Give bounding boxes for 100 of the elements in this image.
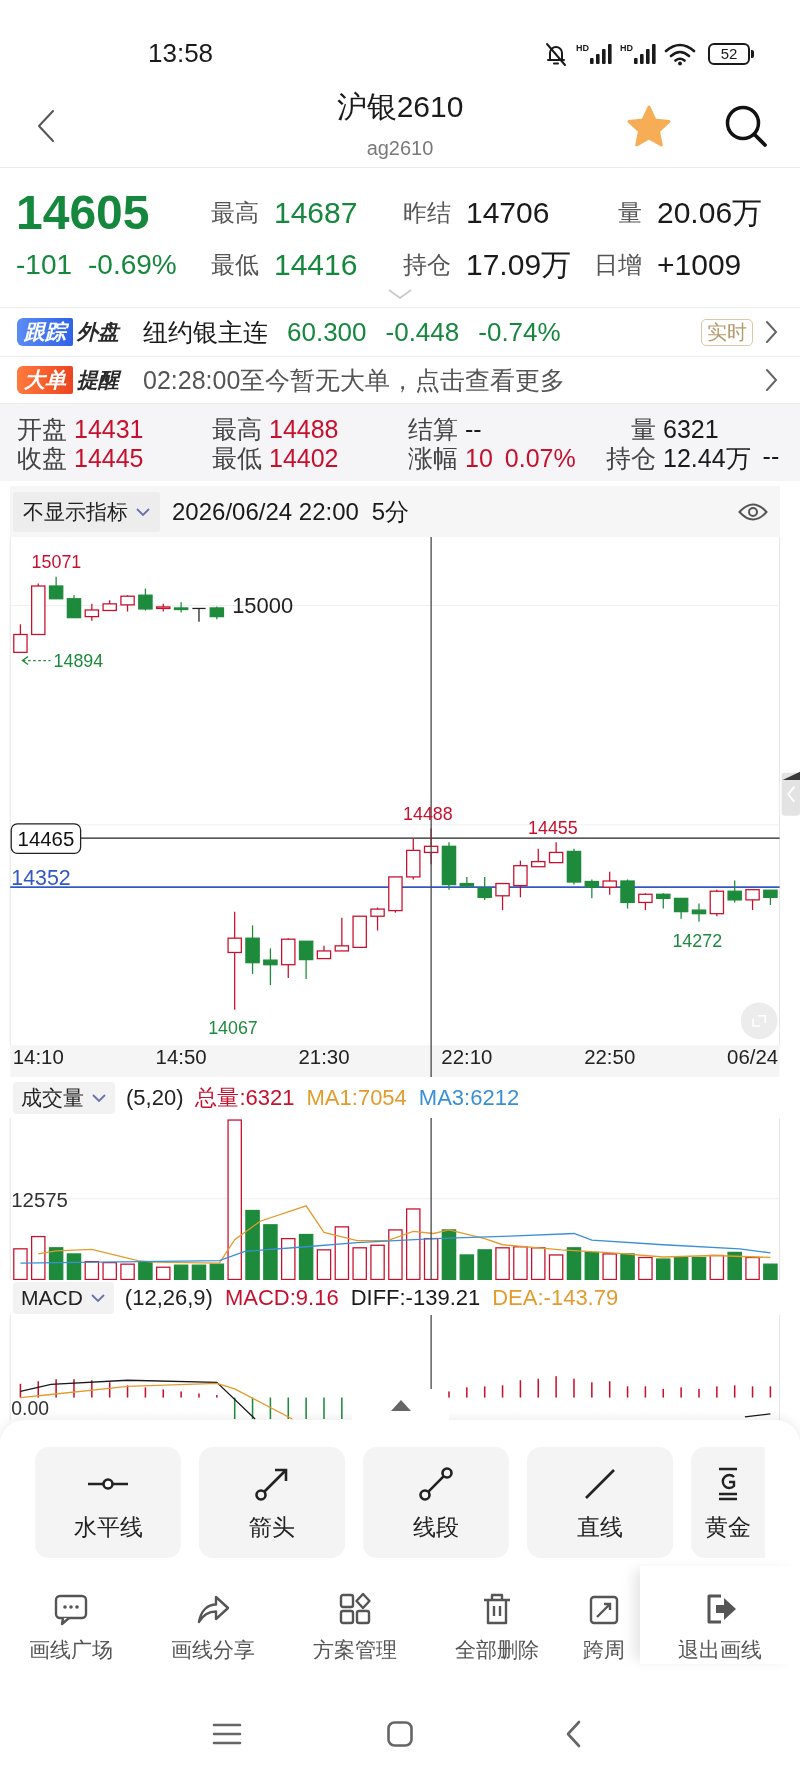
- tool-button[interactable]: 黄金: [691, 1447, 765, 1558]
- stat-label: 昨结: [402, 198, 451, 228]
- tool-button[interactable]: 线段: [363, 1447, 509, 1558]
- volume-bar: [209, 1263, 225, 1280]
- search-icon[interactable]: [724, 104, 768, 148]
- chevron-right-icon[interactable]: [765, 368, 778, 392]
- volume-bar: [602, 1253, 617, 1280]
- indicator-dropdown[interactable]: 成交量: [13, 1081, 115, 1114]
- candle: [584, 878, 600, 899]
- x-axis-label: 14:10: [12, 1046, 64, 1069]
- histogram-bar: [233, 1397, 236, 1419]
- chevron-right-icon[interactable]: [765, 320, 778, 344]
- histogram-bar: [251, 1397, 254, 1419]
- volume-bar: [620, 1253, 635, 1280]
- histogram-bar: [287, 1397, 290, 1419]
- action-button[interactable]: 跨周: [568, 1566, 640, 1664]
- detail-label: 最低: [212, 443, 262, 474]
- home-icon[interactable]: [387, 1721, 413, 1747]
- candle: [66, 594, 82, 619]
- detail-label: 持仓: [606, 443, 656, 474]
- alert-message[interactable]: 02:28:00至今暂无大单，点击查看更多: [143, 363, 566, 397]
- volume-bar: [691, 1256, 707, 1280]
- candle: [602, 871, 617, 896]
- volume-bar: [763, 1263, 778, 1280]
- chevron-down-icon: [90, 1293, 105, 1302]
- back-icon[interactable]: [36, 109, 56, 143]
- candle: [156, 603, 171, 613]
- action-button[interactable]: 画线分享: [142, 1566, 284, 1664]
- network-type-label: HD: [620, 43, 633, 53]
- indicator-value: 总量:6321: [195, 1083, 295, 1112]
- detail-label: 开盘: [17, 414, 67, 445]
- histogram-bar: [37, 1381, 40, 1398]
- candle: [459, 876, 475, 888]
- stat-value: +1009: [657, 248, 742, 282]
- indicator-value: DIFF:-139.21: [350, 1284, 481, 1311]
- realtime-tag: 实时: [701, 318, 753, 346]
- network-type-label: HD: [576, 43, 589, 53]
- candle: [48, 576, 64, 600]
- candle: [495, 882, 510, 911]
- volume-bar: [531, 1247, 546, 1280]
- volume-bar: [173, 1264, 189, 1280]
- detail-label: 涨幅: [408, 443, 458, 474]
- tool-button[interactable]: 箭头: [199, 1447, 345, 1558]
- volume-bar: [477, 1249, 492, 1280]
- indicator-value: MACD:9.16: [224, 1284, 339, 1311]
- action-button[interactable]: 退出画线: [640, 1566, 800, 1664]
- indicator-params: (5,20): [126, 1084, 184, 1111]
- eye-icon[interactable]: [738, 501, 768, 522]
- candle: [727, 879, 742, 904]
- y-axis-label: 0.00: [11, 1397, 49, 1420]
- signal-icon: [634, 43, 656, 64]
- volume-bar: [191, 1264, 207, 1280]
- histogram-bar: [126, 1385, 129, 1398]
- candle: [638, 892, 653, 911]
- candle: [656, 892, 671, 910]
- stat-label: 持仓: [402, 250, 451, 280]
- star-icon[interactable]: [626, 104, 672, 148]
- back-icon[interactable]: [565, 1720, 581, 1748]
- candle: [138, 587, 153, 612]
- histogram-bar: [108, 1382, 111, 1398]
- signal-icon: [590, 43, 612, 64]
- histogram-bar: [769, 1386, 772, 1398]
- y-axis-label: 15000: [232, 593, 294, 619]
- bell-muted-icon: [544, 40, 568, 67]
- menu-icon[interactable]: [212, 1722, 242, 1746]
- candle: [31, 582, 46, 636]
- battery-indicator: 52: [708, 42, 754, 65]
- indicator-params: (12,26,9): [124, 1284, 213, 1311]
- volume-bar: [495, 1247, 510, 1280]
- action-button[interactable]: 方案管理: [284, 1566, 426, 1664]
- action-button[interactable]: 画线广场: [0, 1566, 142, 1664]
- tool-button[interactable]: 水平线: [35, 1447, 181, 1558]
- histogram-bar: [144, 1387, 147, 1398]
- detail-label: 最高: [212, 414, 262, 445]
- low-price-label: 14272: [672, 931, 723, 952]
- volume-bar: [316, 1249, 332, 1280]
- candle: [406, 838, 421, 881]
- detail-label: 结算: [408, 414, 458, 445]
- volume-bar: [281, 1237, 296, 1280]
- volume-bar: [13, 1248, 28, 1280]
- detail-value: 14445: [74, 444, 144, 473]
- volume-bar: [656, 1258, 671, 1280]
- indicator-dropdown[interactable]: 不显示指标: [13, 491, 160, 532]
- histogram-bar: [751, 1386, 754, 1398]
- action-button[interactable]: 全部删除: [426, 1566, 568, 1664]
- histogram-bar: [269, 1397, 272, 1419]
- reference-price-label: 14352: [11, 866, 71, 891]
- detail-value: 12.44万: [663, 443, 751, 474]
- grid-icon: [337, 1591, 373, 1627]
- volume-bar: [566, 1247, 582, 1280]
- indicator-dropdown[interactable]: MACD: [13, 1281, 114, 1314]
- candle: [388, 876, 403, 914]
- instrument-code: ag2610: [366, 136, 434, 160]
- volume-bar: [406, 1208, 421, 1280]
- tool-button[interactable]: 直线: [527, 1447, 673, 1558]
- quote-change: -0.448: [385, 316, 460, 348]
- track-badge: 跟踪: [17, 318, 73, 346]
- volume-bar: [370, 1244, 385, 1280]
- candle: [120, 594, 135, 613]
- side-tab-icon[interactable]: [781, 771, 800, 816]
